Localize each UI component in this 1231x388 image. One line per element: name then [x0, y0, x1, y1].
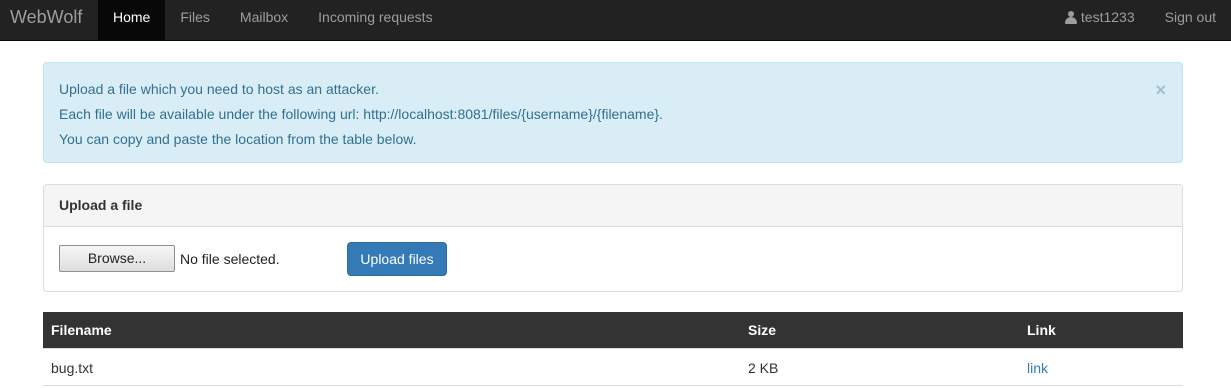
files-table: Filename Size Link bug.txt 2 KB link [43, 312, 1183, 386]
nav-incoming-requests[interactable]: Incoming requests [303, 0, 447, 34]
nav-home[interactable]: Home [98, 0, 166, 41]
panel-title: Upload a file [44, 185, 1182, 227]
brand-logo[interactable]: WebWolf [10, 0, 82, 34]
user-nav: test1233 Sign out [1050, 0, 1231, 34]
table-row: bug.txt 2 KB link [43, 348, 1183, 386]
filename-cell: bug.txt [51, 360, 94, 376]
alert-line-2: Each file will be available under the fo… [59, 106, 663, 122]
info-alert: Upload a file which you need to host as … [43, 62, 1183, 163]
user-menu[interactable]: test1233 [1050, 0, 1150, 34]
column-header-link: Link [1027, 322, 1056, 338]
alert-line-1: Upload a file which you need to host as … [59, 81, 379, 97]
upload-files-button[interactable]: Upload files [347, 242, 447, 276]
nav-files[interactable]: Files [165, 0, 225, 34]
column-header-filename: Filename [51, 322, 112, 338]
username-label: test1233 [1080, 9, 1135, 25]
upload-panel: Upload a file Browse... No file selected… [43, 184, 1183, 292]
alert-line-3: You can copy and paste the location from… [59, 131, 417, 147]
size-cell: 2 KB [748, 360, 779, 376]
nav-mailbox[interactable]: Mailbox [225, 0, 303, 34]
close-icon[interactable]: × [1155, 80, 1166, 100]
table-header: Filename Size Link [43, 312, 1183, 348]
column-header-size: Size [748, 322, 777, 338]
browse-button[interactable]: Browse... [59, 245, 175, 272]
file-link[interactable]: link [1027, 358, 1048, 378]
navbar: WebWolf Home Files Mailbox Incoming requ… [0, 0, 1231, 41]
user-icon [1064, 10, 1077, 24]
main-nav: Home Files Mailbox Incoming requests [98, 0, 448, 41]
file-status-text: No file selected. [180, 251, 280, 267]
sign-out-link[interactable]: Sign out [1150, 0, 1231, 34]
